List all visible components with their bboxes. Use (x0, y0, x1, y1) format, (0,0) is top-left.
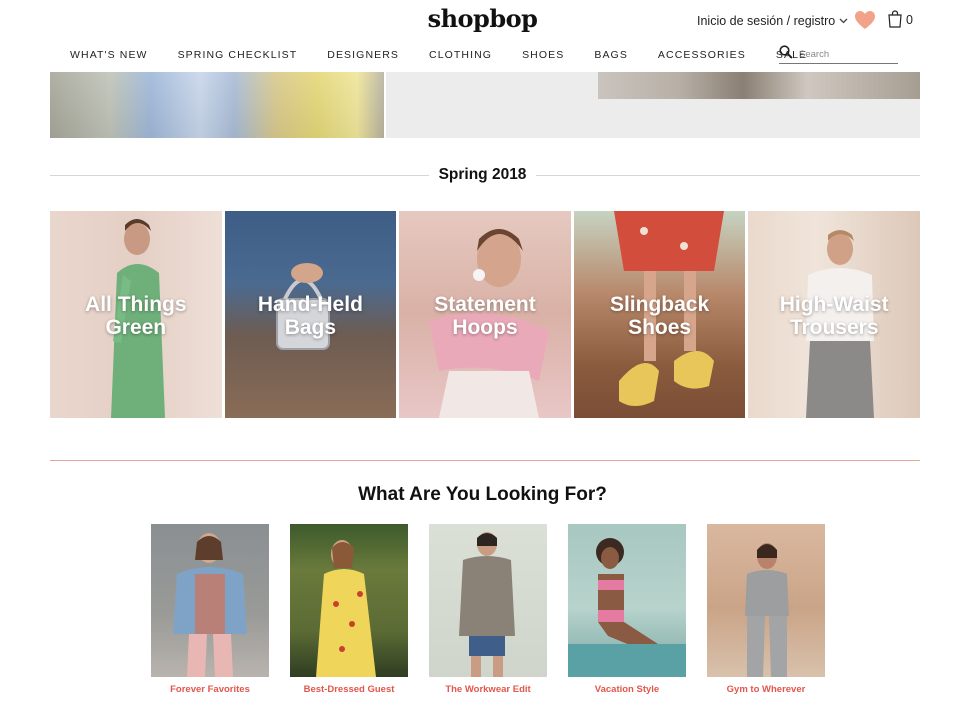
tile-statement-hoops[interactable]: Statement Hoops (399, 211, 571, 418)
tile-high-waist-trousers[interactable]: High-Waist Trousers (748, 211, 920, 418)
card-workwear-edit[interactable]: The Workwear Edit (429, 524, 547, 695)
nav-shoes[interactable]: Shoes (522, 49, 564, 61)
spring-tiles: All Things Green Hand-Held Bags Statemen… (50, 211, 920, 418)
card-photo-figure (745, 543, 789, 677)
looking-section-title: What Are You Looking For? (358, 484, 607, 505)
nav-clothing[interactable]: Clothing (429, 49, 492, 61)
card-caption[interactable]: Best-Dressed Guest (290, 684, 408, 695)
card-caption[interactable]: Gym to Wherever (707, 684, 825, 695)
looking-cards: Forever Favorites Best-Dressed Guest The… (151, 524, 825, 695)
bag-count[interactable]: 0 (906, 13, 913, 27)
card-vacation-style[interactable]: Vacation Style (568, 524, 686, 695)
nav-accessories[interactable]: Accessories (658, 49, 746, 61)
card-caption[interactable]: Vacation Style (568, 684, 686, 695)
card-photo-figure (459, 532, 515, 677)
tile-label: All Things Green (85, 293, 187, 339)
card-caption[interactable]: Forever Favorites (151, 684, 269, 695)
card-caption[interactable]: The Workwear Edit (429, 684, 547, 695)
spring-section-title: Spring 2018 (0, 166, 965, 184)
tile-all-things-green[interactable]: All Things Green (50, 211, 222, 418)
search-input[interactable] (799, 48, 889, 60)
hero-image-left[interactable] (50, 72, 384, 138)
tile-label: Statement Hoops (434, 293, 536, 339)
search-icon[interactable] (779, 44, 799, 64)
tile-hand-held-bags[interactable]: Hand-Held Bags (224, 211, 397, 418)
tile-slingback-shoes[interactable]: Slingback Shoes (573, 211, 746, 418)
nav-designers[interactable]: Designers (327, 49, 399, 61)
tile-label: High-Waist Trousers (779, 293, 889, 339)
hero-image-right[interactable] (598, 72, 920, 99)
card-forever-favorites[interactable]: Forever Favorites (151, 524, 269, 695)
card-image[interactable] (290, 524, 408, 677)
card-image[interactable] (429, 524, 547, 677)
heart-icon[interactable] (854, 10, 876, 30)
shopping-bag-icon[interactable] (887, 10, 903, 28)
main-nav: What's New Spring Checklist Designers Cl… (70, 49, 837, 61)
card-photo-figure (568, 538, 686, 677)
nav-whats-new[interactable]: What's New (70, 49, 148, 61)
card-image[interactable] (707, 524, 825, 677)
card-photo-figure (173, 533, 247, 677)
account-label[interactable]: Inicio de sesión / registro (697, 14, 835, 28)
search-bar[interactable] (779, 44, 898, 64)
card-gym-to-wherever[interactable]: Gym to Wherever (707, 524, 825, 695)
account-menu[interactable]: Inicio de sesión / registro (697, 14, 848, 28)
spring-title-text: Spring 2018 (428, 166, 537, 183)
section-divider-accent (50, 460, 920, 461)
tile-label: Hand-Held Bags (257, 293, 363, 339)
nav-spring-checklist[interactable]: Spring Checklist (178, 49, 298, 61)
tile-label: Slingback Shoes (609, 293, 710, 339)
hero-image-shade (50, 72, 384, 138)
chevron-down-icon[interactable] (839, 16, 848, 27)
nav-bags[interactable]: Bags (594, 49, 628, 61)
site-header: shopbop Inicio de sesión / registro 0 Wh… (0, 0, 965, 72)
card-photo-figure (316, 540, 376, 677)
card-image[interactable] (568, 524, 686, 677)
card-best-dressed-guest[interactable]: Best-Dressed Guest (290, 524, 408, 695)
card-image[interactable] (151, 524, 269, 677)
